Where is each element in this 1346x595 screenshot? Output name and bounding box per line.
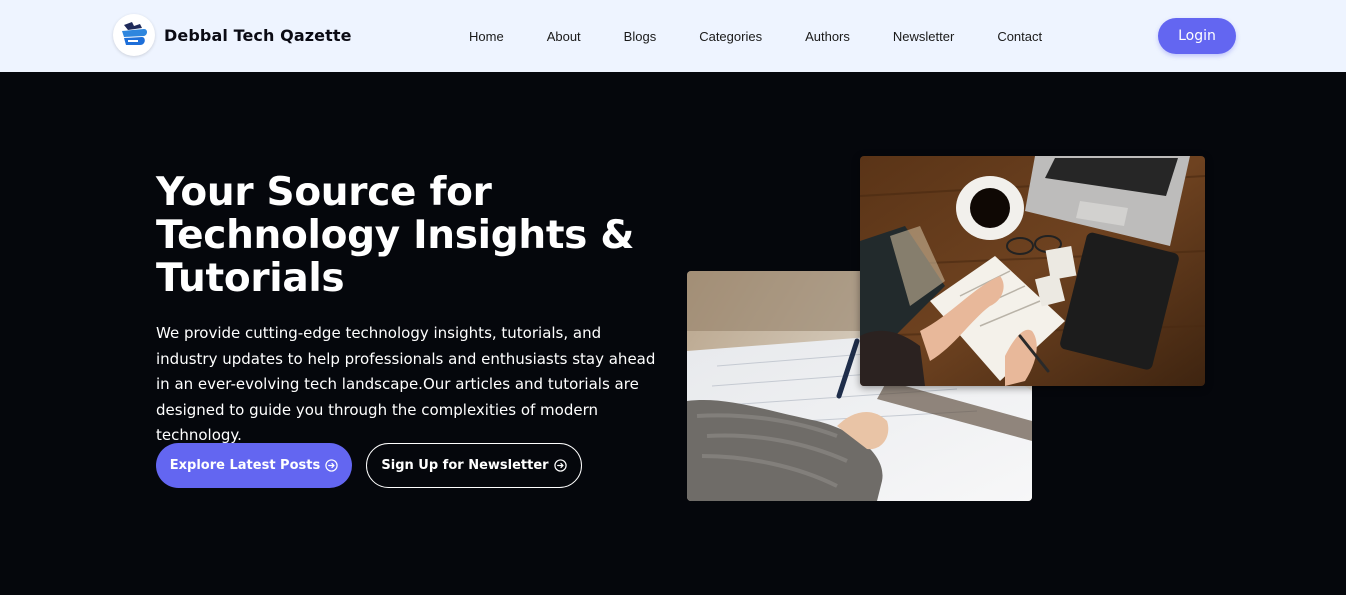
arrow-right-circle-icon [553,459,567,472]
hero-title: Your Source for Technology Insights & Tu… [156,171,676,300]
navbar: Debbal Tech Qazette Home About Blogs Cat… [0,0,1346,72]
logo-icon [113,14,155,56]
explore-posts-label: Explore Latest Posts [169,458,321,473]
nav-categories[interactable]: Categories [699,29,762,44]
nav-authors[interactable]: Authors [805,29,850,44]
main-nav: Home About Blogs Categories Authors News… [469,0,1042,72]
nav-about[interactable]: About [547,29,581,44]
explore-posts-button[interactable]: Explore Latest Posts [156,443,352,488]
newsletter-signup-button[interactable]: Sign Up for Newsletter [366,443,582,488]
login-button[interactable]: Login [1158,18,1236,54]
hero-title-line-2: Technology Insights & [156,213,635,258]
desk-with-laptop-coffee-photo [860,156,1205,386]
nav-blogs[interactable]: Blogs [624,29,657,44]
nav-newsletter[interactable]: Newsletter [893,29,954,44]
nav-home[interactable]: Home [469,29,504,44]
brand-name: Debbal Tech Qazette [164,25,352,45]
nav-contact[interactable]: Contact [997,29,1042,44]
hero-title-line-1: Your Source for [156,170,492,215]
hero-title-line-3: Tutorials [156,256,345,301]
brand[interactable]: Debbal Tech Qazette [113,14,352,56]
arrow-right-circle-icon [325,459,338,472]
hero-description: We provide cutting-edge technology insig… [156,324,656,444]
newsletter-signup-label: Sign Up for Newsletter [381,458,549,473]
